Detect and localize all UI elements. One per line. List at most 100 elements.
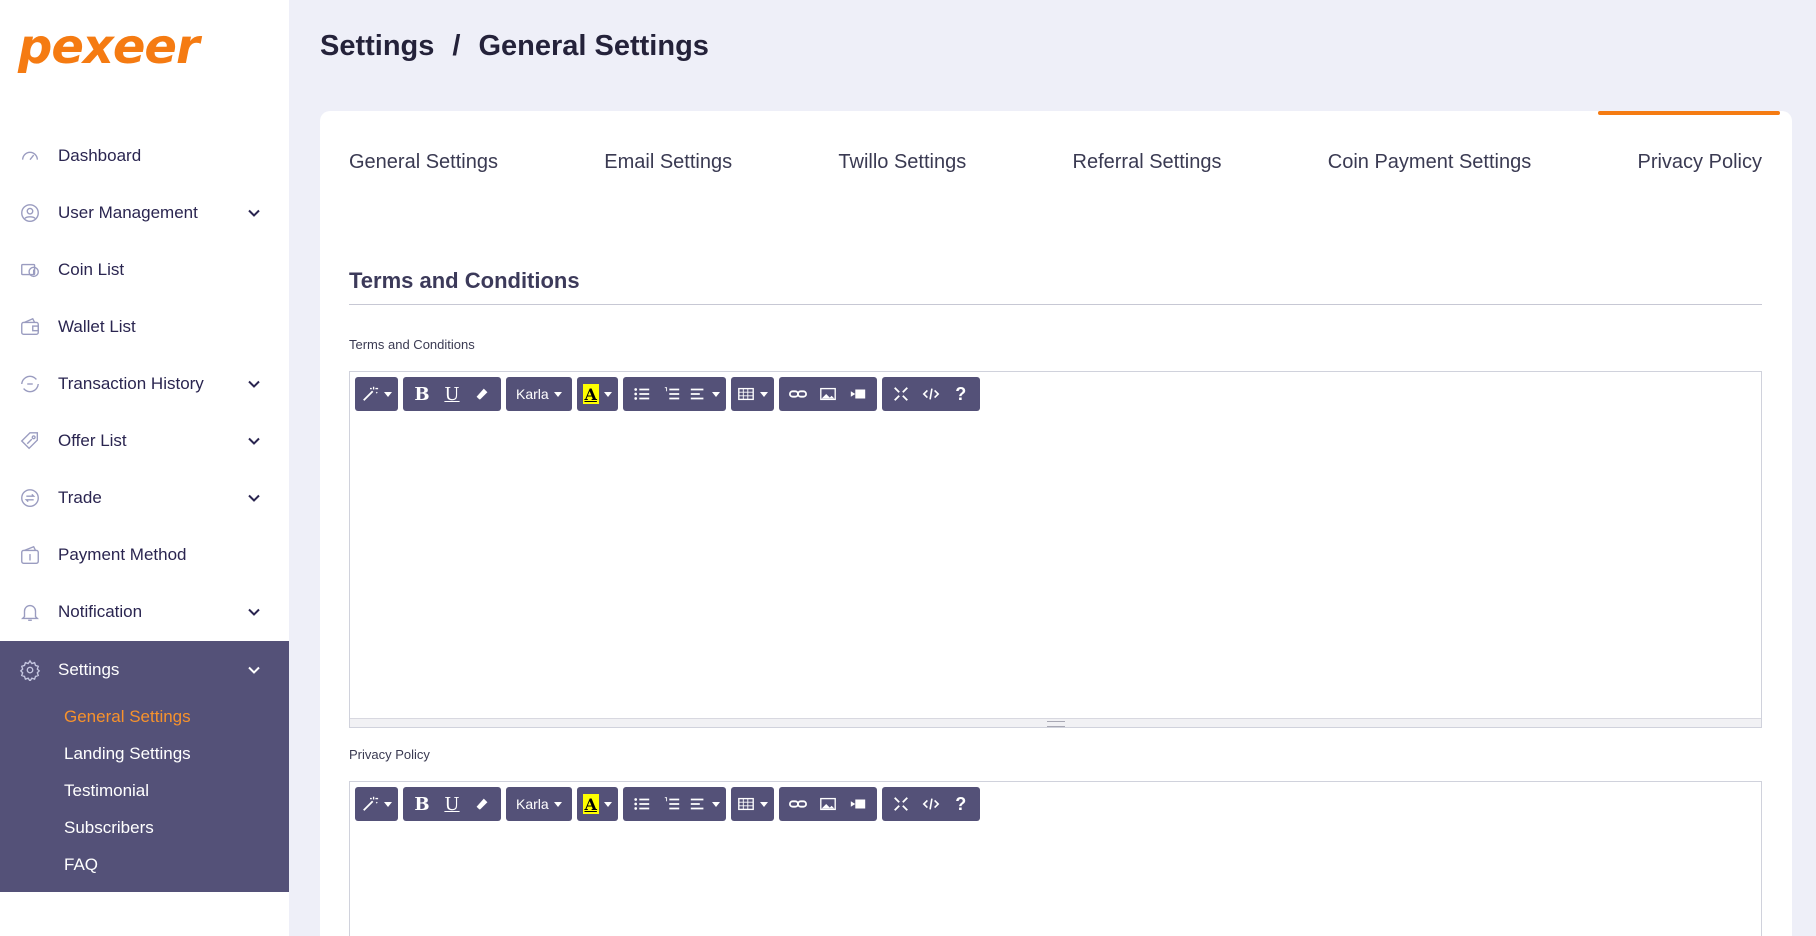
section-title: Terms and Conditions — [349, 268, 580, 293]
font-family-value: Karla — [516, 386, 549, 402]
fullscreen-icon[interactable] — [888, 380, 914, 408]
table-icon[interactable] — [737, 380, 768, 408]
tag-icon — [18, 429, 42, 453]
submenu-landing-settings[interactable]: Landing Settings — [64, 735, 289, 772]
code-view-icon[interactable] — [918, 790, 944, 818]
terms-editor[interactable]: B U Karla A ? — [349, 371, 1762, 728]
toolbar-para-group — [622, 377, 726, 411]
toolbar-style-group — [355, 377, 398, 411]
font-family-dropdown[interactable]: Karla — [512, 380, 566, 408]
editor-resize-handle[interactable] — [350, 718, 1761, 727]
link-icon[interactable] — [785, 790, 811, 818]
numbered-list-icon[interactable] — [659, 380, 685, 408]
sidebar-item-notification[interactable]: Notification — [0, 583, 289, 640]
sidebar-item-wallet-list[interactable]: Wallet List — [0, 298, 289, 355]
code-view-icon[interactable] — [918, 380, 944, 408]
toolbar-insert-group — [778, 787, 877, 821]
toolbar-table-group — [730, 377, 774, 411]
highlight-color-button[interactable]: A — [582, 380, 612, 408]
logo[interactable]: pexeer — [18, 14, 200, 80]
tab-email-settings[interactable]: Email Settings — [604, 151, 732, 174]
logo-text: pexeer — [18, 19, 200, 75]
link-icon[interactable] — [785, 380, 811, 408]
eraser-icon[interactable] — [469, 380, 495, 408]
help-icon[interactable]: ? — [948, 790, 974, 818]
tab-privacy-policy[interactable]: Privacy Policy — [1637, 151, 1761, 174]
settings-tabs: General Settings Email Settings Twillo S… — [349, 151, 1762, 174]
table-icon[interactable] — [737, 790, 768, 818]
sidebar-item-dashboard[interactable]: Dashboard — [0, 127, 289, 184]
toolbar-color-group: A — [576, 377, 618, 411]
chevron-down-icon — [247, 605, 261, 619]
sidebar-item-trade[interactable]: Trade — [0, 469, 289, 526]
speedometer-icon — [18, 144, 42, 168]
image-icon[interactable] — [815, 790, 841, 818]
tab-general-settings[interactable]: General Settings — [349, 151, 498, 174]
submenu-general-settings[interactable]: General Settings — [64, 698, 289, 735]
sidebar-item-settings[interactable]: Settings — [0, 641, 289, 698]
align-icon[interactable] — [689, 790, 720, 818]
bold-button[interactable]: B — [409, 790, 435, 818]
bold-button[interactable]: B — [409, 380, 435, 408]
submenu-testimonial[interactable]: Testimonial — [64, 772, 289, 809]
bullet-list-icon[interactable] — [629, 380, 655, 408]
tab-twillo-settings[interactable]: Twillo Settings — [838, 151, 966, 174]
bullet-list-icon[interactable] — [629, 790, 655, 818]
chevron-down-icon — [247, 434, 261, 448]
sidebar-item-transaction-history[interactable]: Transaction History — [0, 355, 289, 412]
sidebar-item-offer-list[interactable]: Offer List — [0, 412, 289, 469]
highlight-color-button[interactable]: A — [582, 790, 612, 818]
tab-coin-payment-settings[interactable]: Coin Payment Settings — [1328, 151, 1531, 174]
numbered-list-icon[interactable] — [659, 790, 685, 818]
sidebar-item-label: Notification — [58, 601, 143, 621]
page-title: General Settings — [478, 30, 709, 62]
sidebar-item-label: User Management — [58, 202, 198, 222]
underline-button[interactable]: U — [439, 380, 465, 408]
toolbar-insert-group — [778, 377, 877, 411]
privacy-editor[interactable]: B U Karla A ? — [349, 781, 1762, 936]
sidebar-item-coin-list[interactable]: Coin List — [0, 241, 289, 298]
breadcrumb-parent[interactable]: Settings — [320, 30, 434, 62]
sidebar-item-label: Wallet List — [58, 316, 136, 336]
help-icon[interactable]: ? — [948, 380, 974, 408]
toolbar-para-group — [622, 787, 726, 821]
privacy-editor-label: Privacy Policy — [349, 747, 430, 762]
sidebar-item-label: Transaction History — [58, 373, 204, 393]
magic-wand-icon[interactable] — [361, 790, 392, 818]
chevron-down-icon — [247, 206, 261, 220]
editor-toolbar: B U Karla A ? — [355, 787, 980, 821]
submenu-faq[interactable]: FAQ — [64, 846, 289, 883]
toolbar-view-group: ? — [881, 787, 980, 821]
settings-menu: Settings General Settings Landing Settin… — [0, 641, 289, 892]
fullscreen-icon[interactable] — [888, 790, 914, 818]
align-icon[interactable] — [689, 380, 720, 408]
sidebar-item-label: Coin List — [58, 259, 125, 279]
toolbar-fontname-group: Karla — [506, 377, 572, 411]
video-icon[interactable] — [845, 380, 871, 408]
payment-icon — [18, 543, 42, 567]
video-icon[interactable] — [845, 790, 871, 818]
sidebar-nav: Dashboard User Management Coin List Wall… — [0, 127, 289, 640]
transaction-icon — [18, 372, 42, 396]
underline-button[interactable]: U — [439, 790, 465, 818]
sidebar-item-payment-method[interactable]: Payment Method — [0, 526, 289, 583]
editor-toolbar: B U Karla A ? — [355, 377, 980, 411]
magic-wand-icon[interactable] — [361, 380, 392, 408]
wallet-icon — [18, 315, 42, 339]
settings-card: General Settings Email Settings Twillo S… — [320, 111, 1792, 936]
submenu-subscribers[interactable]: Subscribers — [64, 809, 289, 846]
chevron-down-icon — [247, 377, 261, 391]
breadcrumb: Settings / General Settings — [320, 30, 727, 63]
font-family-dropdown[interactable]: Karla — [512, 790, 566, 818]
highlight-icon: A — [582, 794, 599, 814]
image-icon[interactable] — [815, 380, 841, 408]
toolbar-font-group: B U — [403, 377, 501, 411]
eraser-icon[interactable] — [469, 790, 495, 818]
user-icon — [18, 201, 42, 225]
settings-submenu: General Settings Landing Settings Testim… — [0, 698, 289, 883]
chevron-down-icon — [247, 491, 261, 505]
sidebar-item-user-management[interactable]: User Management — [0, 184, 289, 241]
tab-referral-settings[interactable]: Referral Settings — [1073, 151, 1222, 174]
toolbar-color-group: A — [576, 787, 618, 821]
gear-icon — [18, 658, 42, 682]
